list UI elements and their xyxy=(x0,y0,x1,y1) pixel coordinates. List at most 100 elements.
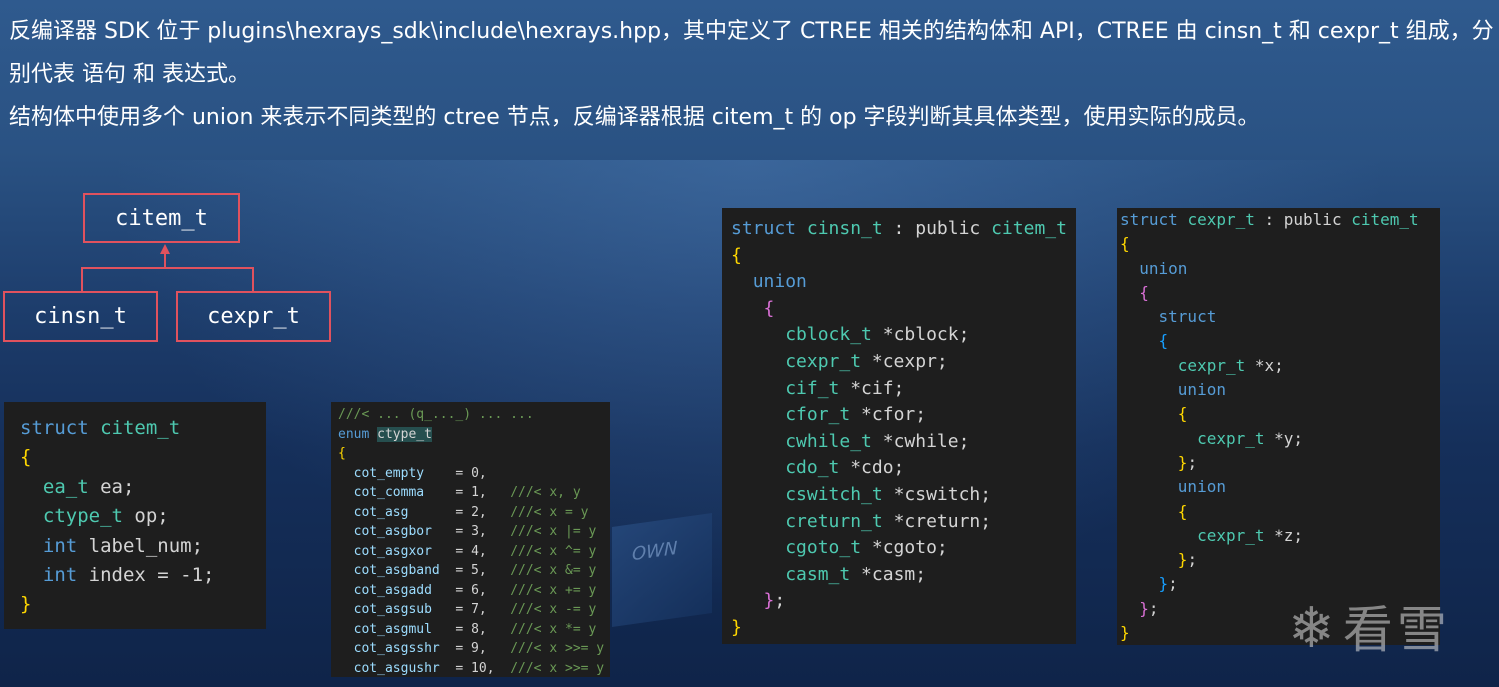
code-token: index = -1; xyxy=(77,564,215,587)
code-token: { xyxy=(338,446,346,461)
code-token: : public xyxy=(882,218,992,239)
code-line: cot_asgmul = 8, ///< x *= y xyxy=(338,620,610,640)
connector-arrowhead xyxy=(160,244,170,254)
code-token: cblock_t xyxy=(785,324,872,346)
code-token: { xyxy=(1139,282,1149,302)
code-token: ///< x += y xyxy=(510,582,597,598)
code-line: cdo_t *cdo; xyxy=(731,455,1076,482)
code-token: ///< x >>= y xyxy=(510,660,605,676)
code-line: { xyxy=(20,443,266,472)
code-line: int index = -1; xyxy=(20,561,266,590)
code-line: union xyxy=(1120,475,1440,499)
code-token: = 10, xyxy=(439,660,511,676)
code-token: struct xyxy=(1120,210,1188,229)
code-token: { xyxy=(1177,501,1188,521)
code-token: *x; xyxy=(1245,355,1284,375)
code-token: { xyxy=(20,446,32,469)
code-line: cblock_t *cblock; xyxy=(731,322,1076,349)
code-token: cif_t xyxy=(785,377,840,399)
code-line: cot_asgushr = 10, ///< x >>= y xyxy=(338,659,610,678)
code-token: ///< x -= y xyxy=(510,602,597,617)
code-token: *cdo; xyxy=(839,457,905,479)
code-token: cexpr_t xyxy=(1197,525,1265,545)
code-token: union xyxy=(1177,380,1226,400)
code-token: *z; xyxy=(1264,525,1304,545)
code-token: = 5, xyxy=(439,563,511,578)
code-line: }; xyxy=(731,588,1076,615)
code-line: cot_asgxor = 4, ///< x ^= y xyxy=(338,542,610,562)
code-token: ctype_t xyxy=(42,505,123,528)
code-token: *cswitch; xyxy=(882,483,992,505)
code-token: union xyxy=(1139,258,1188,278)
code-line: ctype_t op; xyxy=(20,502,266,531)
code-panel-ctype: ///< ... (q_..._) ... ... enum ctype_t{ c… xyxy=(331,402,610,677)
code-token: : public xyxy=(1254,210,1352,229)
code-line: cot_comma = 1, ///< x, y xyxy=(338,483,610,503)
code-token: ///< x &= y xyxy=(510,563,597,578)
code-token: struct xyxy=(1158,307,1217,327)
code-line: { xyxy=(1120,329,1440,353)
code-token: *cif; xyxy=(839,377,905,399)
code-token: *cgoto; xyxy=(861,537,948,559)
intro-line-1: 反编译器 SDK 位于 plugins\hexrays_sdk\include\… xyxy=(9,19,1494,87)
code-line: int label_num; xyxy=(20,532,266,561)
code-token: int xyxy=(42,534,78,557)
code-line: { xyxy=(338,444,610,464)
code-token: } xyxy=(763,590,775,612)
code-token: ///< x, y xyxy=(510,485,581,500)
code-line: { xyxy=(1120,281,1440,305)
code-token: cwhile_t xyxy=(785,430,872,452)
code-token: ea_t xyxy=(42,475,89,498)
code-token: = 9, xyxy=(439,641,511,656)
code-token: { xyxy=(1120,234,1130,254)
code-token: ///< x = y xyxy=(510,504,589,520)
intro-text: 反编译器 SDK 位于 plugins\hexrays_sdk\include\… xyxy=(9,10,1494,139)
code-token: *y; xyxy=(1264,428,1304,448)
code-token: union xyxy=(752,271,807,293)
code-token: } xyxy=(1158,574,1169,594)
watermark: ❄看雪 xyxy=(1288,590,1451,662)
code-token: } xyxy=(1139,598,1149,618)
code-token: op; xyxy=(122,505,169,528)
code-token: *cwhile; xyxy=(871,430,970,452)
code-token: cgoto_t xyxy=(785,537,862,559)
code-token: cot_asgsub xyxy=(353,602,432,617)
code-line: struct citem_t xyxy=(20,414,266,443)
code-line: cot_asgsshr = 9, ///< x >>= y xyxy=(338,639,610,659)
code-token: ; xyxy=(1187,452,1198,472)
watermark-text: 看雪 xyxy=(1342,601,1451,659)
code-token: *cblock; xyxy=(871,324,970,346)
code-line: cot_asgsub = 7, ///< x -= y xyxy=(338,600,610,620)
code-token: casm_t xyxy=(785,563,851,585)
code-line: cwhile_t *cwhile; xyxy=(731,429,1076,456)
code-token: ctype_t xyxy=(377,426,432,442)
code-token: { xyxy=(731,244,742,266)
code-token: enum xyxy=(338,426,378,442)
snowflake-icon: ❄ xyxy=(1288,596,1339,661)
code-token: } xyxy=(731,616,742,638)
diagram-node-citem: citem_t xyxy=(83,193,240,243)
code-token: = 0, xyxy=(424,465,487,481)
background-cube: OWN xyxy=(612,512,712,628)
code-token: cexpr_t xyxy=(1177,355,1246,375)
code-token: creturn_t xyxy=(785,510,883,532)
code-token: ///< x >>= y xyxy=(510,641,605,656)
